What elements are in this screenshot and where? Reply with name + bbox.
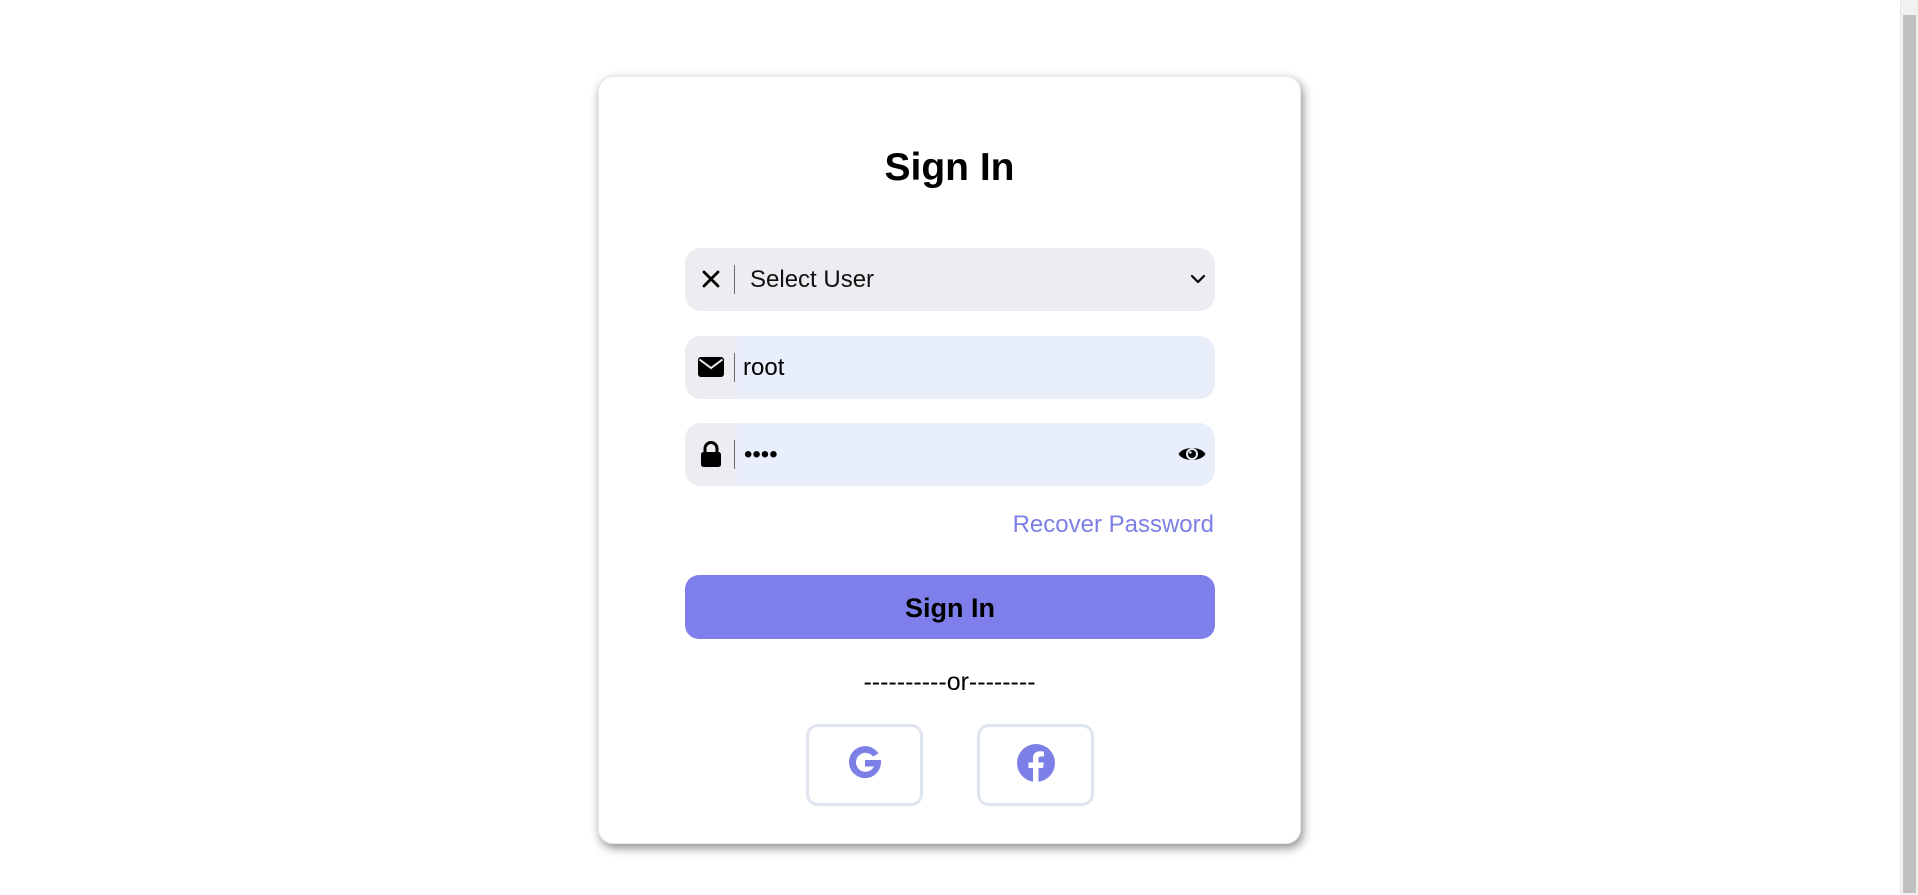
recover-password-link[interactable]: Recover Password	[1013, 509, 1214, 540]
page-title: Sign In	[884, 146, 1015, 189]
envelope-icon	[697, 351, 725, 383]
page: Sign In Select User root •••• Recover Pa…	[0, 0, 1918, 895]
facebook-sign-in-button[interactable]	[977, 724, 1094, 806]
close-icon[interactable]	[697, 263, 725, 295]
google-sign-in-button[interactable]	[806, 724, 923, 806]
user-select[interactable]: Select User	[685, 248, 1215, 311]
chevron-down-icon[interactable]	[1189, 270, 1207, 288]
lock-icon	[697, 438, 725, 470]
facebook-icon	[1016, 743, 1056, 788]
email-field-wrapper	[685, 336, 1215, 399]
sign-in-card: Sign In Select User root •••• Recover Pa…	[598, 76, 1301, 844]
password-field[interactable]: ••••	[744, 439, 778, 470]
password-field-wrapper: ••••	[685, 423, 1215, 486]
email-field[interactable]	[743, 336, 1173, 399]
scrollbar-thumb[interactable]	[1903, 15, 1916, 893]
user-select-value: Select User	[750, 266, 875, 293]
google-icon	[845, 743, 885, 788]
sign-in-button[interactable]: Sign In	[685, 575, 1215, 639]
field-divider	[734, 265, 735, 294]
eye-icon[interactable]	[1177, 439, 1207, 469]
or-separator: ----------or--------	[863, 668, 1036, 696]
field-divider	[734, 440, 735, 469]
field-divider	[734, 353, 735, 382]
